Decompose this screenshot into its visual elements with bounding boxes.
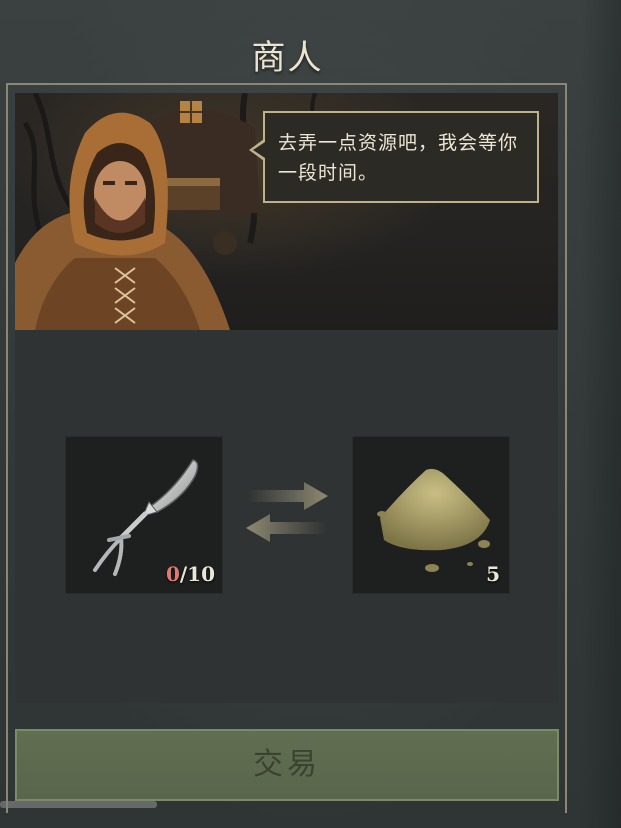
give-item-slot[interactable]: 0/10 (65, 436, 223, 594)
merchant-screen: 商人 去弄一点资源吧，我会等你一段时间。 0/10 5 交易 (0, 0, 621, 828)
exchange-arrows-icon (246, 482, 328, 542)
give-item-required: /10 (179, 562, 215, 586)
horizontal-scrollbar[interactable] (0, 801, 157, 808)
merchant-dialogue-bubble: 去弄一点资源吧，我会等你一段时间。 (263, 111, 539, 203)
give-item-owned: 0 (165, 562, 180, 586)
speech-bubble-tail-inner (253, 142, 265, 158)
receive-item-count: 5 (486, 562, 500, 586)
give-item-count: 0/10 (166, 562, 215, 586)
trade-button[interactable]: 交易 (15, 729, 559, 801)
page-title: 商人 (251, 38, 324, 78)
receive-item-slot[interactable]: 5 (352, 436, 510, 594)
background-shade (581, 0, 621, 828)
